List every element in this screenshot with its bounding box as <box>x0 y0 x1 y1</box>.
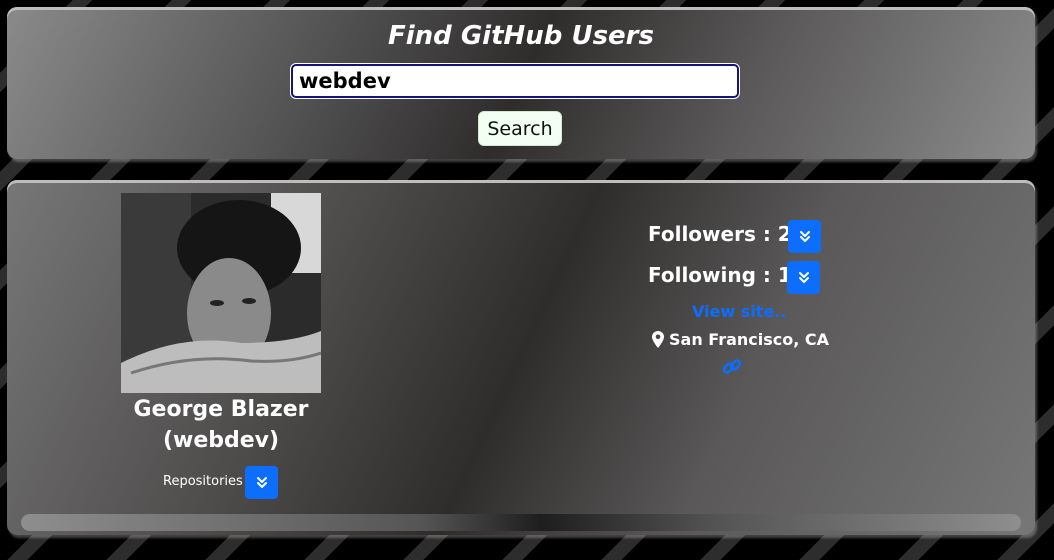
location-text: San Francisco, CA <box>669 330 830 349</box>
followers-expand-button[interactable] <box>788 220 821 253</box>
chevron-double-down-icon <box>256 476 267 488</box>
search-panel: Find GitHub Users Search <box>7 7 1035 159</box>
map-pin-icon <box>652 331 664 348</box>
user-name-block: George Blazer (webdev) <box>107 394 335 456</box>
link-icon <box>722 359 742 374</box>
page-title: Find GitHub Users <box>388 21 654 51</box>
chevron-double-down-icon <box>798 271 809 283</box>
followers-label: Followers : 29 <box>648 222 806 246</box>
avatar <box>121 193 321 393</box>
profile-card: George Blazer (webdev) Repositories Foll… <box>7 180 1035 535</box>
repositories-expand-button[interactable] <box>245 466 278 499</box>
search-button[interactable]: Search <box>478 111 562 146</box>
profile-link[interactable] <box>722 357 742 381</box>
avatar-portrait <box>121 193 321 393</box>
view-site-link[interactable]: View site.. <box>692 302 786 321</box>
repositories-label: Repositories <box>163 474 243 489</box>
user-login: (webdev) <box>162 428 280 453</box>
location: San Francisco, CA <box>652 330 829 349</box>
search-input[interactable] <box>290 63 740 99</box>
user-full-name: George Blazer <box>133 397 309 422</box>
chevron-double-down-icon <box>799 230 810 242</box>
following-label: Following : 17 <box>648 263 806 287</box>
following-expand-button[interactable] <box>787 261 820 294</box>
horizontal-scrollbar[interactable] <box>21 514 1021 531</box>
